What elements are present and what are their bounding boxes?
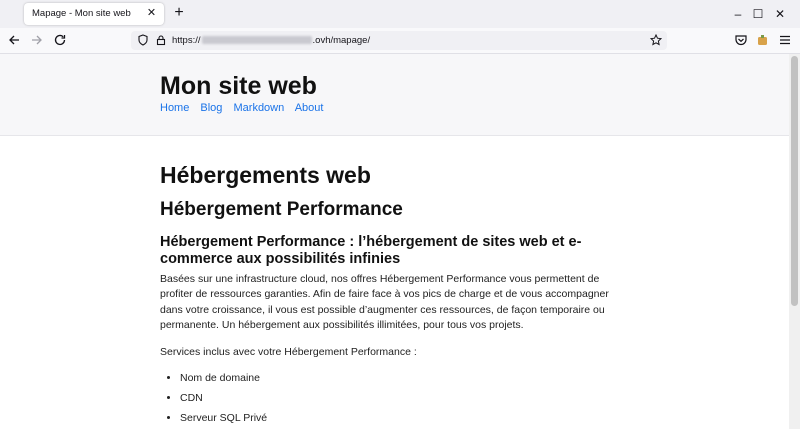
hamburger-menu-icon[interactable] bbox=[778, 33, 792, 47]
page-heading: Hébergements web bbox=[160, 162, 371, 188]
tab-title: Mapage - Mon site web bbox=[32, 8, 131, 19]
subsection-heading: Hébergement Performance : l’hébergement … bbox=[160, 234, 582, 267]
nav-link-blog[interactable]: Blog bbox=[200, 102, 222, 114]
page-viewport: Mon site web Home Blog Markdown About Hé… bbox=[0, 54, 789, 429]
services-intro: Services inclus avec votre Hébergement P… bbox=[160, 345, 417, 358]
services-list: Nom de domaine CDN Serveur SQL Privé bbox=[160, 368, 620, 428]
vertical-scrollbar[interactable] bbox=[789, 54, 800, 429]
tracking-protection-icon[interactable] bbox=[136, 34, 150, 48]
reload-icon[interactable] bbox=[53, 33, 67, 47]
scrollbar-thumb[interactable] bbox=[791, 56, 798, 306]
url-suffix: .ovh/mapage/ bbox=[312, 35, 371, 46]
site-title: Mon site web bbox=[160, 72, 317, 100]
main-content: Hébergements web Hébergement Performance… bbox=[160, 162, 620, 428]
nav-link-about[interactable]: About bbox=[295, 102, 324, 114]
site-header: Mon site web Home Blog Markdown About bbox=[0, 54, 789, 136]
star-icon[interactable] bbox=[649, 33, 663, 48]
nav-link-markdown[interactable]: Markdown bbox=[234, 102, 285, 114]
list-item: CDN bbox=[180, 388, 620, 408]
close-window-button[interactable]: ✕ bbox=[772, 6, 788, 22]
close-tab-icon[interactable]: ✕ bbox=[145, 7, 158, 20]
maximize-button[interactable]: ☐ bbox=[750, 6, 766, 22]
list-item: Nom de domaine bbox=[180, 368, 620, 388]
new-tab-button[interactable]: + bbox=[172, 5, 186, 21]
minimize-button[interactable]: – bbox=[730, 6, 746, 22]
blurred-domain bbox=[201, 36, 312, 45]
url-text: https:// .ovh/mapage/ bbox=[172, 35, 370, 46]
section-heading: Hébergement Performance bbox=[160, 199, 403, 220]
extension-icon[interactable] bbox=[756, 33, 770, 47]
browser-tab[interactable]: Mapage - Mon site web ✕ bbox=[24, 3, 164, 25]
list-item: Serveur SQL Privé bbox=[180, 408, 620, 428]
lock-icon[interactable] bbox=[154, 34, 168, 48]
forward-arrow-icon[interactable] bbox=[30, 33, 44, 47]
pocket-icon[interactable] bbox=[734, 33, 748, 47]
nav-link-home[interactable]: Home bbox=[160, 102, 189, 114]
tab-strip: Mapage - Mon site web ✕ + – ☐ ✕ bbox=[0, 0, 800, 28]
intro-paragraph: Basées sur une infrastructure cloud, nos… bbox=[160, 273, 609, 332]
navigation-bar: https:// .ovh/mapage/ bbox=[0, 28, 800, 54]
url-prefix: https:// bbox=[172, 35, 201, 46]
back-arrow-icon[interactable] bbox=[7, 33, 21, 47]
url-bar[interactable]: https:// .ovh/mapage/ bbox=[131, 31, 667, 50]
site-nav: Home Blog Markdown About bbox=[160, 102, 331, 114]
